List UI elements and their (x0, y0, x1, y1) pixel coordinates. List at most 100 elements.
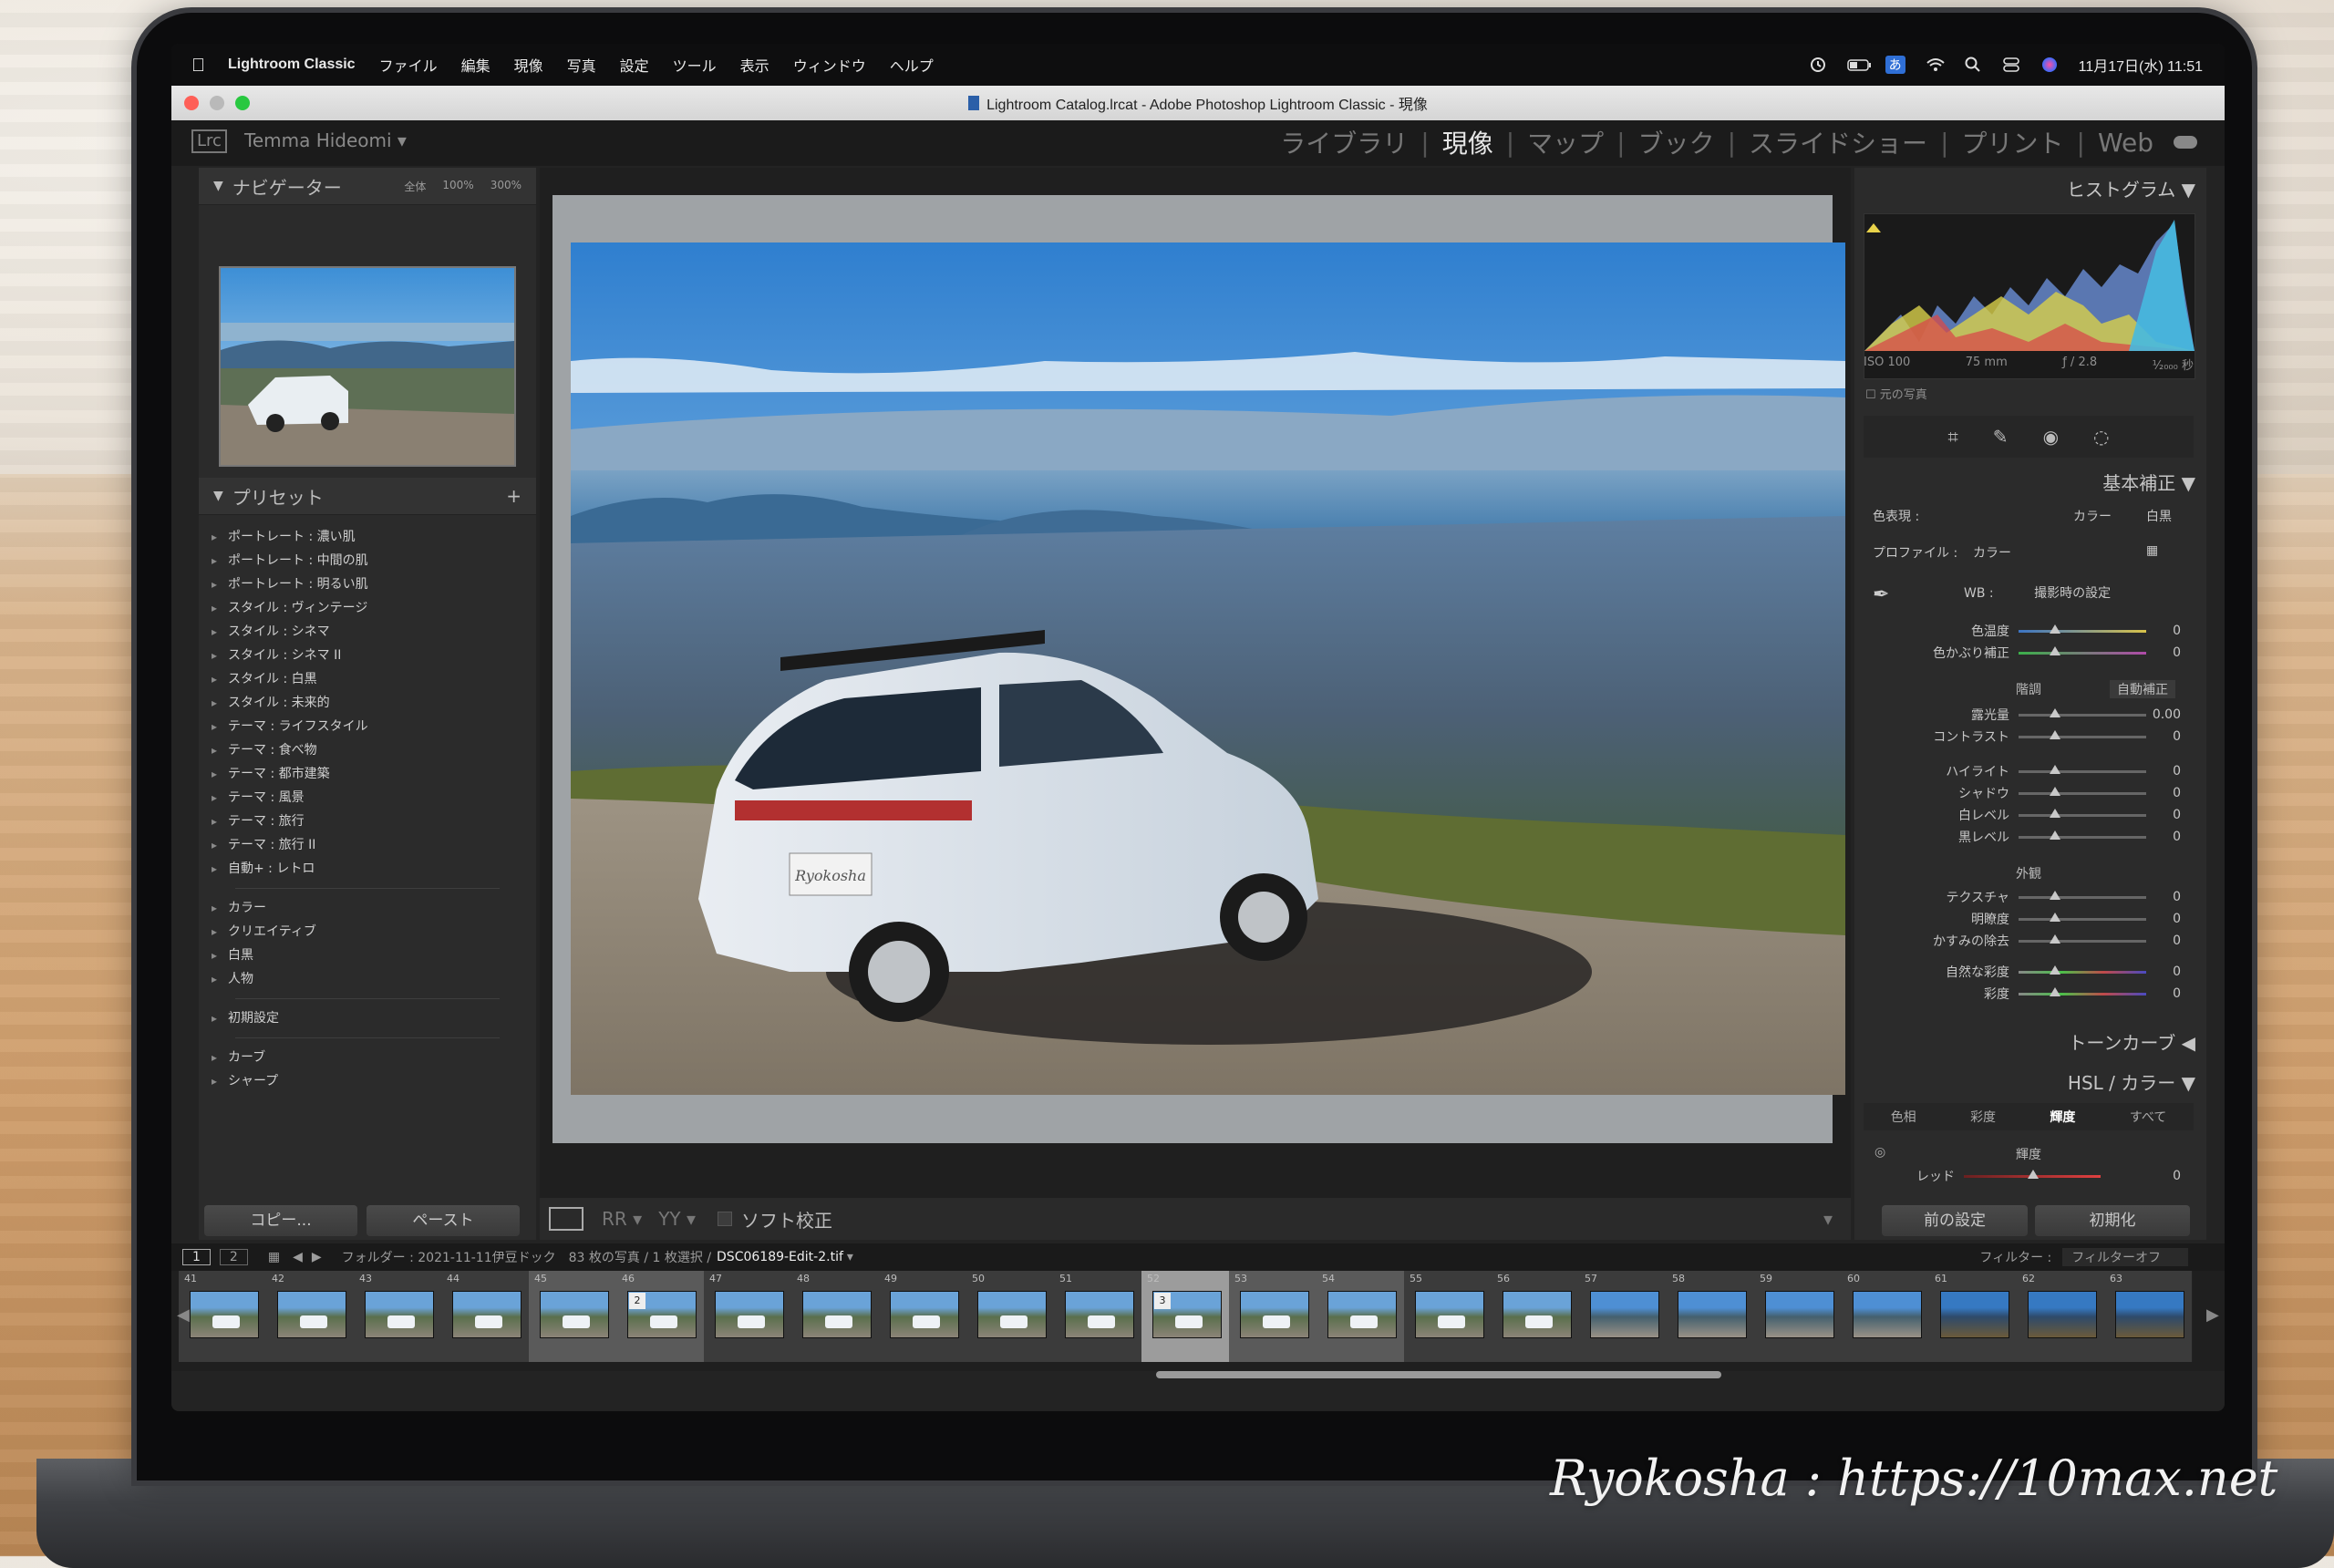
preset-folder[interactable]: テーマ : 旅行 (199, 810, 536, 833)
navigator-preview[interactable] (219, 266, 516, 467)
filmstrip-thumbnail[interactable]: 58 (1667, 1271, 1755, 1362)
preset-folder[interactable]: スタイル : ヴィンテージ (199, 596, 536, 620)
preset-folder[interactable]: クリエイティブ (199, 920, 536, 944)
preset-folder[interactable]: テーマ : ライフスタイル (199, 715, 536, 738)
identity-plate[interactable]: Temma Hideomi ▾ (244, 129, 407, 151)
siri-icon[interactable] (2040, 56, 2059, 74)
preset-folder[interactable]: 白黒 (199, 944, 536, 967)
basic-header[interactable]: 基本補正 ▼ (2102, 469, 2195, 495)
hsl-tab-saturation[interactable]: 彩度 (1970, 1108, 1996, 1126)
toolbar-menu-icon[interactable]: ▾ (1823, 1208, 1833, 1230)
slider-clarity[interactable]: 明瞭度 0 (1864, 908, 2194, 930)
cloud-sync-icon[interactable] (2174, 136, 2197, 149)
preset-folder[interactable]: カーブ (199, 1046, 536, 1069)
previous-settings-button[interactable]: 前の設定 (1882, 1205, 2028, 1236)
slider-hsl-red[interactable]: レッド 0 (1864, 1165, 2194, 1187)
grid-view-icon[interactable]: ▦ (268, 1250, 280, 1264)
masking-icon[interactable]: ◌ (2093, 426, 2109, 448)
spot-removal-icon[interactable]: ✎ (1993, 426, 2009, 448)
slider-value[interactable]: 0 (2173, 624, 2194, 638)
filmstrip-thumbnail[interactable]: 44 (441, 1271, 530, 1362)
input-method-icon[interactable]: あ (1885, 56, 1905, 74)
filmstrip-thumbnail[interactable]: 41 (179, 1271, 267, 1362)
app-menu[interactable]: Lightroom Classic (228, 57, 356, 73)
forward-arrow-icon[interactable]: ▶ (312, 1250, 322, 1264)
filmstrip-thumbnail[interactable]: 43 (354, 1271, 442, 1362)
hsl-tab-luminance[interactable]: 輝度 (2050, 1108, 2075, 1126)
slider-value[interactable]: 0 (2173, 764, 2194, 779)
menu-view[interactable]: 表示 (740, 54, 769, 76)
slider-knob[interactable] (2050, 934, 2060, 944)
slider-highlights[interactable]: ハイライト 0 (1864, 760, 2194, 782)
before-after-left-right-icon[interactable]: RR ▾ (602, 1208, 642, 1230)
before-after-top-bottom-icon[interactable]: YY ▾ (658, 1208, 696, 1230)
preset-folder[interactable]: スタイル : 白黒 (199, 667, 536, 691)
filmstrip-right-arrow-icon[interactable]: ▶ (2206, 1305, 2219, 1325)
module-book[interactable]: ブック (1638, 124, 1715, 160)
crop-tool-icon[interactable]: ⌗ (1948, 426, 1958, 448)
slider-value[interactable]: 0 (2173, 786, 2194, 800)
red-eye-icon[interactable]: ◉ (2043, 426, 2059, 448)
shadow-clipping-icon[interactable] (1866, 223, 1881, 232)
slider-track[interactable] (2019, 645, 2146, 655)
preset-folder[interactable]: ポートレート : 濃い肌 (199, 525, 536, 549)
slider-value[interactable]: 0 (2173, 645, 2194, 660)
menu-edit[interactable]: 編集 (461, 54, 491, 76)
slider-track[interactable] (1964, 1169, 2101, 1179)
slider-track[interactable] (2019, 830, 2146, 840)
slider-track[interactable] (2019, 912, 2146, 922)
slider-track[interactable] (2019, 729, 2146, 739)
module-web[interactable]: Web (2098, 128, 2153, 158)
slider-dehaze[interactable]: かすみの除去 0 (1864, 930, 2194, 952)
hsl-header[interactable]: HSL / カラー ▼ (2068, 1068, 2195, 1095)
filmstrip-thumbnail[interactable]: 59 (1754, 1271, 1843, 1362)
menu-develop[interactable]: 現像 (514, 54, 543, 76)
slider-temp[interactable]: 色温度 0 (1864, 620, 2194, 642)
copy-settings-button[interactable]: コピー... (204, 1205, 357, 1236)
clock[interactable]: 11月17日(水) 11:51 (2079, 54, 2203, 76)
slider-value[interactable]: 0 (2173, 986, 2194, 1001)
slider-blacks[interactable]: 黒レベル 0 (1864, 826, 2194, 848)
preset-folder[interactable]: スタイル : 未来的 (199, 691, 536, 715)
filmstrip-thumbnail[interactable]: 46 2 (616, 1271, 705, 1362)
auto-tone-button[interactable]: 自動補正 (2110, 680, 2175, 698)
preset-folder[interactable]: テーマ : 旅行 II (199, 833, 536, 857)
filmstrip-thumbnail[interactable]: 61 (1929, 1271, 2018, 1362)
control-center-icon[interactable] (2002, 56, 2020, 74)
tone-curve-header[interactable]: トーンカーブ ◀ (2068, 1028, 2195, 1055)
slider-value[interactable]: 0 (2173, 729, 2194, 744)
paste-settings-button[interactable]: ペースト (367, 1205, 520, 1236)
time-machine-icon[interactable] (1809, 56, 1827, 74)
filmstrip-thumbnail[interactable]: 53 (1229, 1271, 1317, 1362)
slider-knob[interactable] (2050, 645, 2060, 655)
slider-exposure[interactable]: 露光量 0.00 (1864, 704, 2194, 726)
hsl-tab-hue[interactable]: 色相 (1891, 1108, 1916, 1126)
main-photo[interactable]: Ryokosha (571, 242, 1845, 1095)
hsl-tab-all[interactable]: すべて (2130, 1108, 2166, 1126)
loupe-view-icon[interactable] (549, 1207, 584, 1231)
slider-texture[interactable]: テクスチャ 0 (1864, 886, 2194, 908)
slider-track[interactable] (2019, 707, 2146, 717)
minimize-window-button[interactable] (210, 96, 224, 110)
dropdown-arrow-icon[interactable]: ▾ (847, 1250, 853, 1264)
preset-folder[interactable]: テーマ : 都市建築 (199, 762, 536, 786)
slider-knob[interactable] (2050, 986, 2060, 996)
preset-folder[interactable]: 自動+ : レトロ (199, 857, 536, 881)
page-1-button[interactable]: 1 (182, 1249, 211, 1265)
stack-count-badge[interactable]: 3 (1154, 1293, 1171, 1309)
preset-folder[interactable]: シャープ (199, 1069, 536, 1093)
slider-whites[interactable]: 白レベル 0 (1864, 804, 2194, 826)
selected-filename[interactable]: DSC06189-Edit-2.tif (717, 1250, 843, 1264)
battery-icon[interactable] (1846, 56, 1871, 74)
add-preset-icon[interactable]: + (506, 485, 522, 507)
slider-track[interactable] (2019, 934, 2146, 944)
menu-file[interactable]: ファイル (379, 54, 438, 76)
filmstrip-thumbnail[interactable]: 47 (704, 1271, 792, 1362)
slider-track[interactable] (2019, 786, 2146, 796)
preset-folder[interactable]: スタイル : シネマ II (199, 644, 536, 667)
filter-select[interactable]: フィルターオフ (2062, 1248, 2188, 1266)
slider-value[interactable]: 0 (2173, 890, 2194, 904)
module-library[interactable]: ライブラリ (1280, 124, 1408, 160)
slider-value[interactable]: 0 (2173, 1169, 2194, 1183)
preset-folder[interactable]: 初期設定 (199, 1006, 536, 1030)
